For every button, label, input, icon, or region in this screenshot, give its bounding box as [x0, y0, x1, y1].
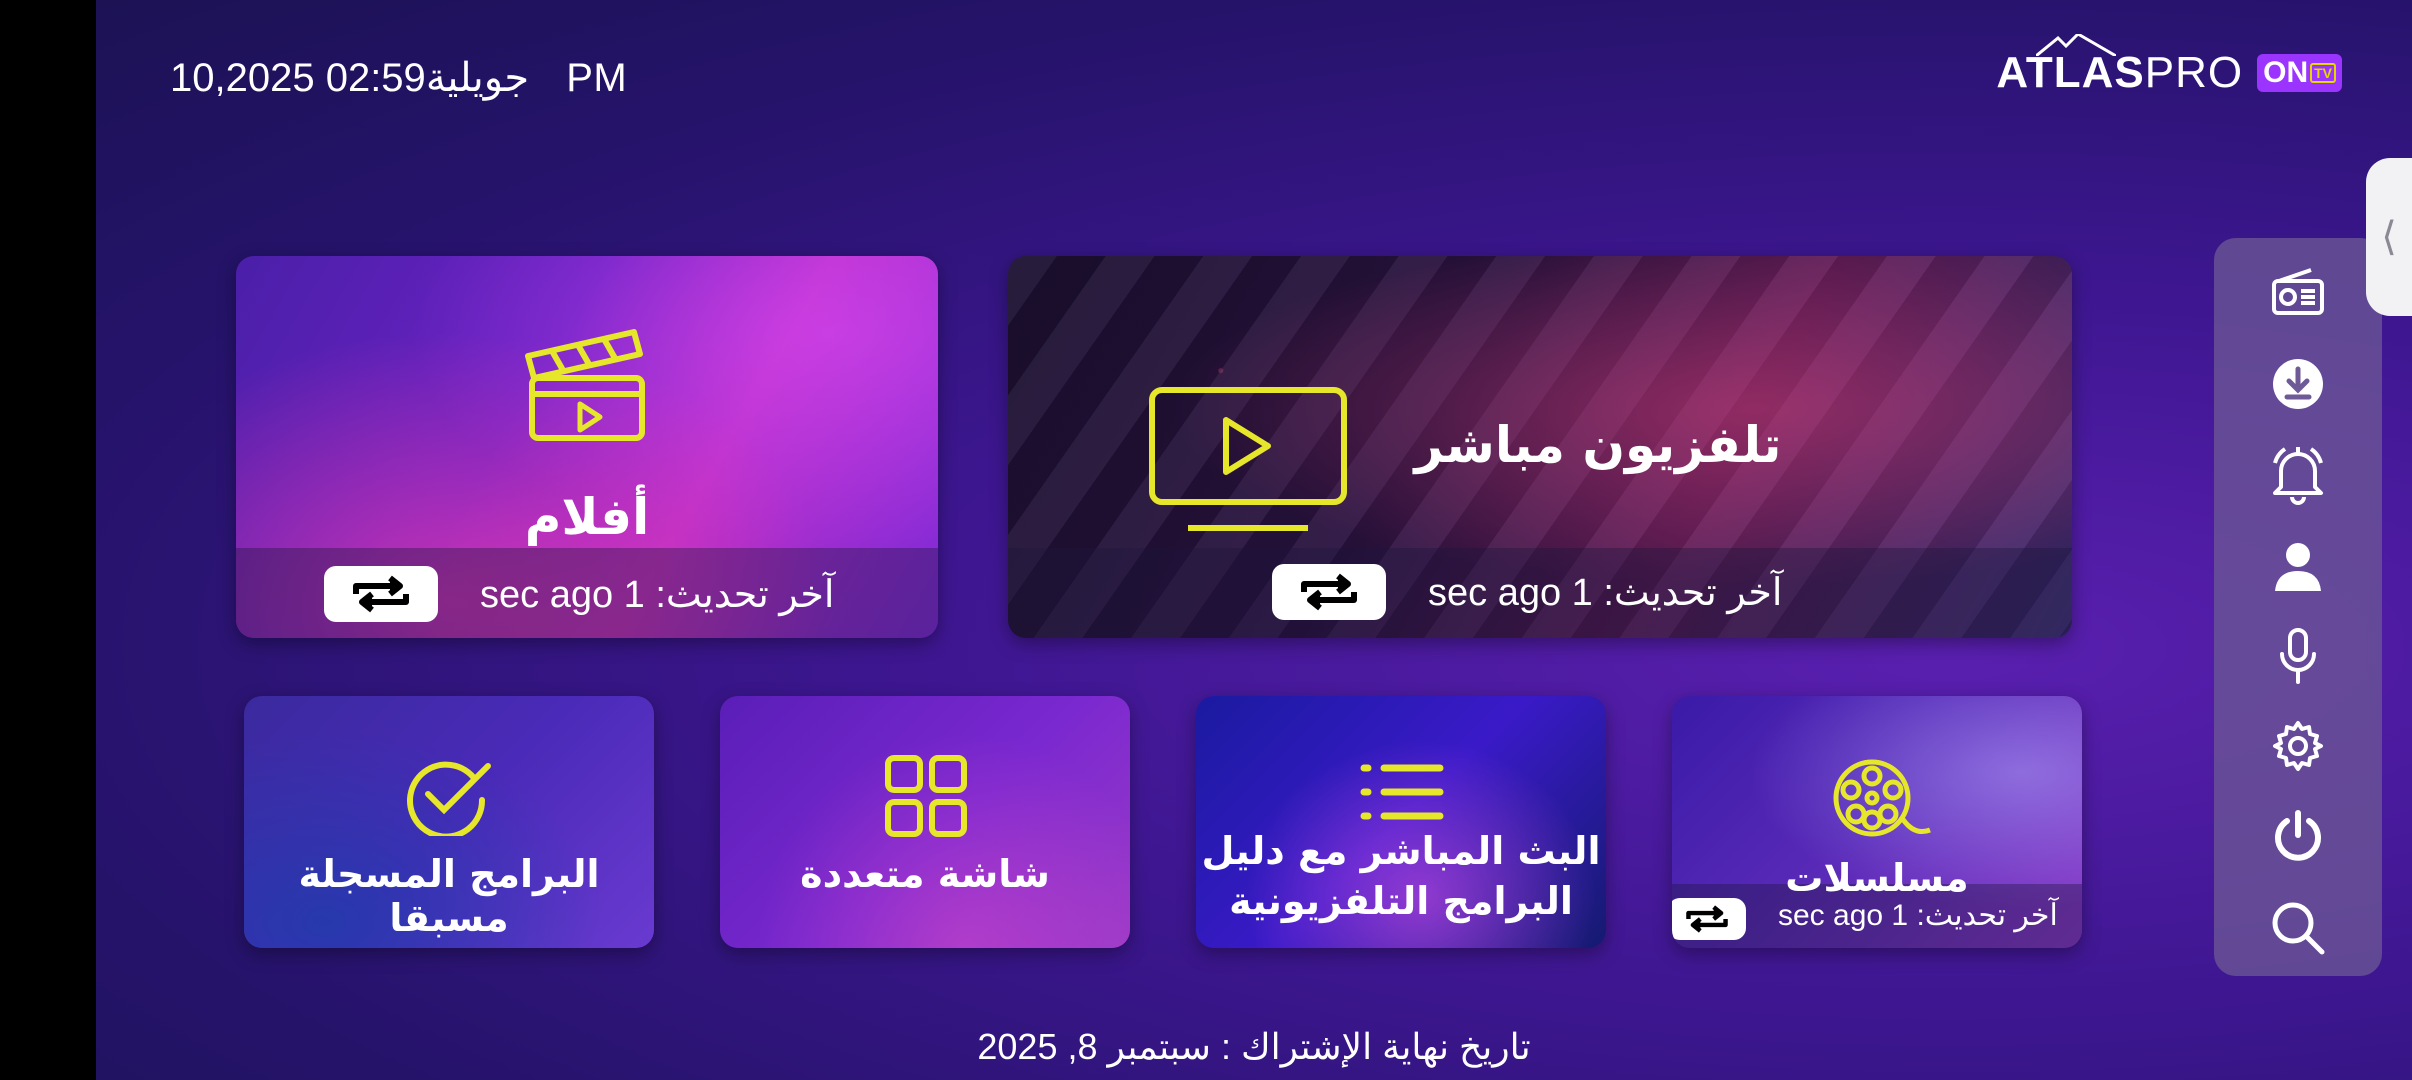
movies-card[interactable]: أفلام آخر تحديث: 1 sec ago [236, 256, 938, 638]
bell-icon[interactable] [2268, 444, 2328, 505]
radio-icon[interactable] [2268, 262, 2328, 322]
brand-logo: ATLASPRO ON TV [1996, 34, 2342, 108]
logo-on-text: ON [2263, 56, 2309, 89]
check-circle-icon [407, 761, 491, 836]
logo-ontv: ON TV [2257, 54, 2342, 92]
download-icon[interactable] [2268, 354, 2328, 414]
epg-title-line1: البث المباشر مع دليل [1201, 829, 1601, 873]
movies-status-bar: آخر تحديث: 1 sec ago [236, 548, 938, 638]
film-reel-icon [1833, 759, 1931, 837]
live-tv-refresh-button[interactable] [1272, 564, 1386, 620]
series-card[interactable]: مسلسلات آخر تحديث: 1 sec ago [1672, 696, 2082, 948]
logo-atlaspro: ATLASPRO [1996, 34, 2244, 98]
live-tv-status-bar: آخر تحديث: 1 sec ago [1008, 548, 2072, 638]
microphone-icon[interactable] [2268, 626, 2328, 686]
series-title: مسلسلات [1785, 856, 1969, 900]
series-last-update: آخر تحديث: 1 sec ago [1778, 899, 2058, 932]
refresh-icon [1686, 905, 1728, 933]
multiscreen-title: شاشة متعددة [800, 852, 1050, 896]
home-screen: 10,2025 جويلية02:59 PM ATLASPRO ON TV أفل… [96, 0, 2412, 1080]
movies-last-update: آخر تحديث: 1 sec ago [480, 574, 835, 616]
live-tv-last-update: آخر تحديث: 1 sec ago [1428, 572, 1783, 614]
mountain-icon [2036, 34, 2117, 56]
search-icon[interactable] [2268, 898, 2328, 958]
live-tv-title: تلفزيون مباشر [1414, 416, 1782, 474]
refresh-icon [1301, 573, 1357, 611]
side-panel-handle[interactable]: ⟨ [2366, 158, 2412, 316]
clapperboard-icon [525, 329, 645, 441]
power-icon[interactable] [2268, 806, 2328, 866]
epg-card[interactable]: البث المباشر مع دليل البرامج التلفزيونية [1196, 696, 1606, 948]
chevron-left-icon: ⟨ [2381, 214, 2397, 260]
subscription-expiry: تاريخ نهاية الإشتراك : سبتمبر 8, 2025 [977, 1026, 1531, 1067]
recordings-card[interactable]: البرامج المسجلة مسبقا [244, 696, 654, 948]
tv-play-icon [1149, 387, 1347, 531]
movies-refresh-button[interactable] [324, 566, 438, 622]
grid-icon [885, 755, 967, 837]
epg-title: البث المباشر مع دليل البرامج التلفزيونية [1196, 826, 1606, 926]
sidebar [2214, 238, 2382, 976]
recordings-title: البرامج المسجلة مسبقا [298, 852, 600, 940]
movies-title: أفلام [524, 488, 650, 546]
epg-title-line2: البرامج التلفزيونية [1229, 879, 1573, 923]
multiscreen-card[interactable]: شاشة متعددة [720, 696, 1130, 948]
live-tv-card[interactable]: تلفزيون مباشر آخر تحديث: 1 sec ago [1008, 256, 2072, 638]
logo-pro-text: PRO [2144, 48, 2244, 97]
datetime: 10,2025 جويلية02:59 PM [170, 55, 653, 101]
list-icon [1360, 764, 1444, 820]
logo-tv-text: TV [2310, 63, 2336, 83]
settings-icon[interactable] [2268, 716, 2328, 776]
series-refresh-button[interactable] [1672, 898, 1746, 940]
refresh-icon [353, 575, 409, 613]
user-icon[interactable] [2268, 536, 2328, 596]
